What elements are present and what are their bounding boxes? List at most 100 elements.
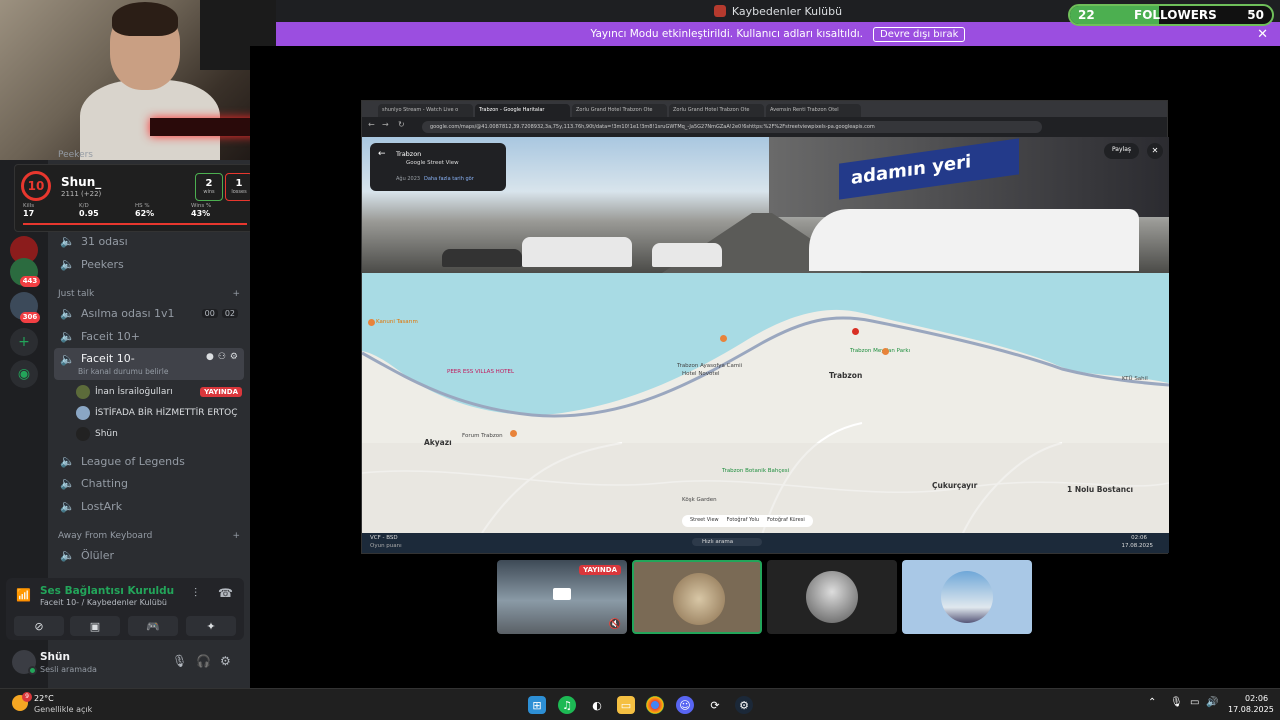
microphone-icon[interactable]: 🎙 (172, 654, 187, 668)
volume-icon[interactable]: 🔊 (1206, 697, 1218, 708)
google-map[interactable]: Trabzon Akyazı Çukurçayır 1 Nolu Bostanc… (362, 273, 1169, 535)
voice-channel[interactable]: Faceit 10- / Kaybedenler Kulübü (40, 598, 167, 607)
noise-suppression-icon[interactable]: ⫶ (194, 586, 197, 601)
voice-user-shun[interactable]: Shün (76, 425, 242, 443)
participant-tile[interactable] (767, 560, 897, 634)
channel-oluler[interactable]: 🔈 Ölüler (54, 544, 244, 566)
user-status: Sesli aramada (40, 665, 97, 674)
camera-off-button[interactable]: ⊘ (14, 616, 64, 636)
avatar (76, 427, 90, 441)
speaker-icon: 🔈 (60, 352, 75, 366)
channel-31-odasi[interactable]: 🔈 31 odası (54, 230, 244, 252)
channel-league-of-legends[interactable]: 🔈 League of Legends (54, 450, 244, 472)
avatar (941, 571, 993, 623)
category-just-talk[interactable]: Just talk + (58, 289, 240, 299)
gear-icon[interactable]: ⚙ (220, 654, 231, 668)
mic-icon[interactable]: 🎙 (1170, 697, 1183, 708)
participant-tile-speaking[interactable] (632, 560, 762, 634)
map-label-villas: PEER ESS VILLAS HOTEL (447, 369, 515, 375)
car (522, 237, 632, 267)
map-label-meydan: Trabzon Meydan Parkı (850, 348, 911, 354)
weather-temp: 22°C (34, 694, 54, 703)
forward-icon[interactable]: → (382, 120, 389, 129)
steam-icon[interactable]: ⚙ (735, 696, 753, 714)
category-afk[interactable]: Away From Keyboard + (58, 531, 240, 541)
headphones-icon[interactable]: 🎧 (196, 654, 211, 668)
browser-tab[interactable]: Zorlu Grand Hotel Trabzon Ote (572, 104, 667, 117)
stat-wins: Wins % 43% (191, 203, 212, 218)
chrome-icon[interactable] (646, 696, 664, 714)
file-explorer-icon[interactable]: ▭ (617, 696, 635, 714)
channel-peekers[interactable]: 🔈 Peekers (54, 253, 244, 275)
voice-connection-panel: 📶 Ses Bağlantısı Kuruldu Faceit 10- / Ka… (6, 578, 244, 640)
discover-icon[interactable]: ◉ (10, 360, 38, 388)
clock-date[interactable]: 17.08.2025 (1228, 705, 1274, 714)
browser-tab[interactable]: shunlyo Stream - Watch Live o (378, 104, 473, 117)
map-layer-legend: Street View Fotoğraf Yolu Fotoğraf Küres… (682, 515, 813, 527)
voice-status[interactable]: Ses Bağlantısı Kuruldu (40, 585, 174, 597)
street-view-panel[interactable]: adamın yeri ← Trabzon Google Street View… (362, 137, 1169, 273)
reload-icon[interactable]: ↻ (398, 120, 405, 129)
signal-icon[interactable]: 📶 (16, 588, 31, 602)
map-poi[interactable] (368, 319, 375, 326)
share-button[interactable]: Paylaş (1103, 143, 1139, 159)
screen-share-button[interactable]: ▣ (70, 616, 120, 636)
chat-icon[interactable]: ● (206, 352, 214, 362)
legend-street-view[interactable]: Street View (690, 517, 719, 525)
soundboard-button[interactable]: ✦ (186, 616, 236, 636)
activity-button[interactable]: 🎮 (128, 616, 178, 636)
disable-streamer-mode-button[interactable]: Devre dışı bırak (873, 26, 966, 42)
clock-time[interactable]: 02:06 (1245, 694, 1268, 703)
map-poi[interactable] (882, 348, 889, 355)
weather-badge: 9 (22, 692, 32, 702)
back-icon[interactable]: ← (368, 120, 375, 129)
mute-icon[interactable]: 🔇 (609, 619, 621, 630)
start-icon[interactable]: ⊞ (528, 696, 546, 714)
shared-screen-browser[interactable]: shunlyo Stream - Watch Live o Trabzon - … (361, 100, 1169, 554)
address-bar[interactable]: google.com/maps/@41.0087812,39.7208932,3… (422, 121, 1042, 133)
voice-user-inan[interactable]: İnan İsrailoğulları YAYINDA (76, 383, 242, 401)
disconnect-icon[interactable]: ☎ (218, 586, 233, 600)
voice-user-istifada[interactable]: İSTİFADA BİR HİZMETTİR ERTOÇ (76, 404, 242, 422)
channel-lostark[interactable]: 🔈 LostArk (54, 495, 244, 517)
sv-date: Ağu 2023 (396, 176, 421, 182)
back-arrow-icon[interactable]: ← (378, 149, 386, 159)
participant-tile-stream[interactable]: YAYINDA 🔇 (497, 560, 627, 634)
app-icon-2[interactable]: ⟳ (706, 696, 724, 714)
network-icon[interactable]: ▭ (1190, 697, 1199, 708)
spotify-icon[interactable]: ♫ (558, 696, 576, 714)
channel-faceit-10-plus[interactable]: 🔈 Faceit 10+ (54, 325, 244, 347)
browser-tab[interactable]: Avemsin Renti Trabzon Otel (766, 104, 861, 117)
channel-asilma-odasi[interactable]: 🔈 Asılma odası 1v1 00 02 (54, 302, 244, 324)
unread-badge: 443 (20, 276, 40, 287)
map-label-forum: Forum Trabzon (462, 433, 503, 439)
participant-tile[interactable] (902, 560, 1032, 634)
taskbar-weather: VCF - BSD (370, 535, 398, 541)
legend-photo-path[interactable]: Fotoğraf Yolu (727, 517, 759, 525)
map-poi[interactable] (720, 335, 727, 342)
speaker-icon: 🔈 (60, 329, 75, 343)
chevron-up-icon[interactable]: ⌃ (1148, 697, 1156, 708)
map-poi[interactable] (510, 430, 517, 437)
gear-icon[interactable]: ⚙ (230, 352, 238, 362)
sv-more-dates[interactable]: Daha fazla tarih gör (424, 176, 474, 182)
speaker-icon: 🔈 (60, 499, 75, 513)
wins-box: 2 wins (195, 173, 223, 201)
channel-chatting[interactable]: 🔈 Chatting (54, 472, 244, 494)
add-user-icon[interactable]: ⚇ (218, 352, 226, 362)
screen-icon (553, 588, 571, 600)
discord-icon[interactable]: ☺ (676, 696, 694, 714)
close-icon[interactable]: ✕ (1257, 27, 1268, 42)
add-server-icon[interactable]: + (10, 328, 38, 356)
map-pin-icon[interactable] (852, 328, 859, 335)
category-peekers[interactable]: Peekers (58, 150, 240, 160)
legend-photo-sphere[interactable]: Fotoğraf Küresi (767, 517, 805, 525)
browser-tab[interactable]: Zorlu Grand Hotel Trabzon Ote (669, 104, 764, 117)
browser-tab-active[interactable]: Trabzon - Google Haritalar (475, 104, 570, 117)
app-icon[interactable]: ◐ (588, 696, 606, 714)
username[interactable]: Shün (40, 651, 70, 663)
close-icon[interactable]: ✕ (1147, 143, 1163, 159)
channel-status[interactable]: Bir kanal durumu belirle (78, 367, 168, 376)
map-label-kanuni: Kanuni Tasarım (376, 319, 418, 325)
search-box[interactable]: Hızlı arama (692, 538, 762, 546)
